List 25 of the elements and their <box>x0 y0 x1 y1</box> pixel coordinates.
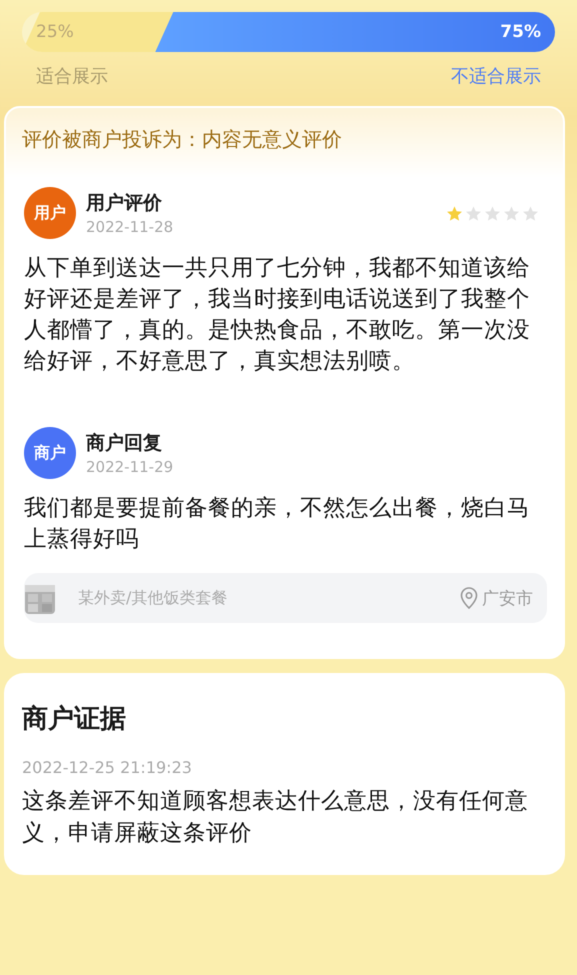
star-icon <box>465 204 482 222</box>
unsuitable-label: 不适合展示 <box>451 65 541 88</box>
store-name: 某外卖/其他饭类套餐 <box>78 588 228 608</box>
star-icon <box>446 204 463 222</box>
complaint-title: 评价被商户投诉为：内容无意义评价 <box>22 126 343 153</box>
avatar-badge: 用户 <box>24 187 76 239</box>
post-title: 用户评价 <box>86 191 163 216</box>
post-date: 2022-11-29 <box>86 458 174 476</box>
store-location: 广安市 <box>482 588 533 610</box>
suitable-percent: 25% <box>36 22 74 42</box>
star-icon <box>503 204 520 222</box>
location-pin-icon <box>460 587 478 609</box>
star-icon <box>522 204 539 222</box>
unsuitable-percent: 75% <box>500 22 541 42</box>
suitable-label: 适合展示 <box>36 65 108 88</box>
evidence-title: 商户证据 <box>22 703 127 736</box>
post-text: 从下单到送达一共只用了七分钟，我都不知道该给好评还是差评了，我当时接到电话说送到了我整个人都懵了，真的。是快热食品，不敢吃。第一次没给好评，不好意思了，真实想法别喷。 <box>24 254 531 376</box>
evidence-text: 这条差评不知道顾客想表达什么意思，没有任何意义，申请屏蔽这条评价 <box>22 787 529 848</box>
post-text: 我们都是要提前备餐的亲，不然怎么出餐，烧白马上蒸得好吗 <box>24 494 531 554</box>
evidence-time: 2022-12-25 21:19:23 <box>22 758 193 777</box>
avatar-badge: 商户 <box>24 427 76 479</box>
star-icon <box>484 204 501 222</box>
post-date: 2022-11-28 <box>86 218 174 236</box>
store-bar[interactable]: 某外卖/其他饭类套餐 广安市 <box>24 573 547 623</box>
post-title: 商户回复 <box>86 431 163 456</box>
